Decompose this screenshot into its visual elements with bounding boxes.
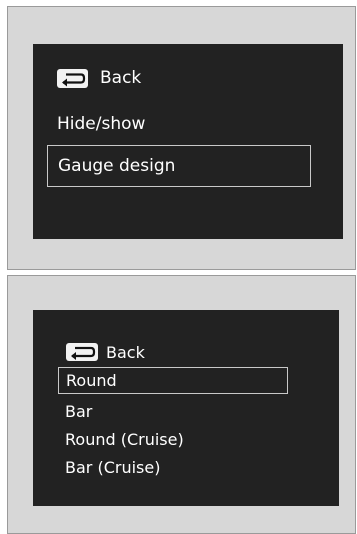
- menu-item-hide-show[interactable]: Hide/show: [57, 110, 145, 138]
- menu-item-bar[interactable]: Bar: [65, 399, 92, 423]
- menu-item-label: Bar (Cruise): [65, 457, 161, 477]
- menu-item-round-cruise[interactable]: Round (Cruise): [65, 427, 184, 451]
- menu-panel-gauge-settings: Back Hide/show Gauge design: [7, 6, 356, 270]
- back-arrow-icon: [57, 68, 88, 88]
- menu-item-label: Round (Cruise): [65, 429, 184, 449]
- back-button[interactable]: Back: [57, 64, 141, 92]
- menu-item-bar-cruise[interactable]: Bar (Cruise): [65, 455, 160, 479]
- menu-item-gauge-design[interactable]: Gauge design: [47, 145, 311, 187]
- back-label: Back: [100, 68, 142, 88]
- display-screen: Back Round Bar Round (Cruise) Bar (Cruis…: [33, 310, 339, 506]
- display-screen: Back Hide/show Gauge design: [33, 44, 343, 239]
- menu-panel-gauge-design: Back Round Bar Round (Cruise) Bar (Cruis…: [7, 275, 356, 534]
- back-arrow-icon: [66, 343, 98, 361]
- menu-item-label: Bar: [65, 401, 93, 421]
- menu-item-round[interactable]: Round: [58, 367, 288, 394]
- menu-item-label: Hide/show: [57, 114, 146, 134]
- menu-item-label: Round: [66, 371, 117, 390]
- back-label: Back: [106, 342, 145, 362]
- menu-item-label: Gauge design: [58, 156, 176, 176]
- back-button[interactable]: Back: [66, 340, 145, 364]
